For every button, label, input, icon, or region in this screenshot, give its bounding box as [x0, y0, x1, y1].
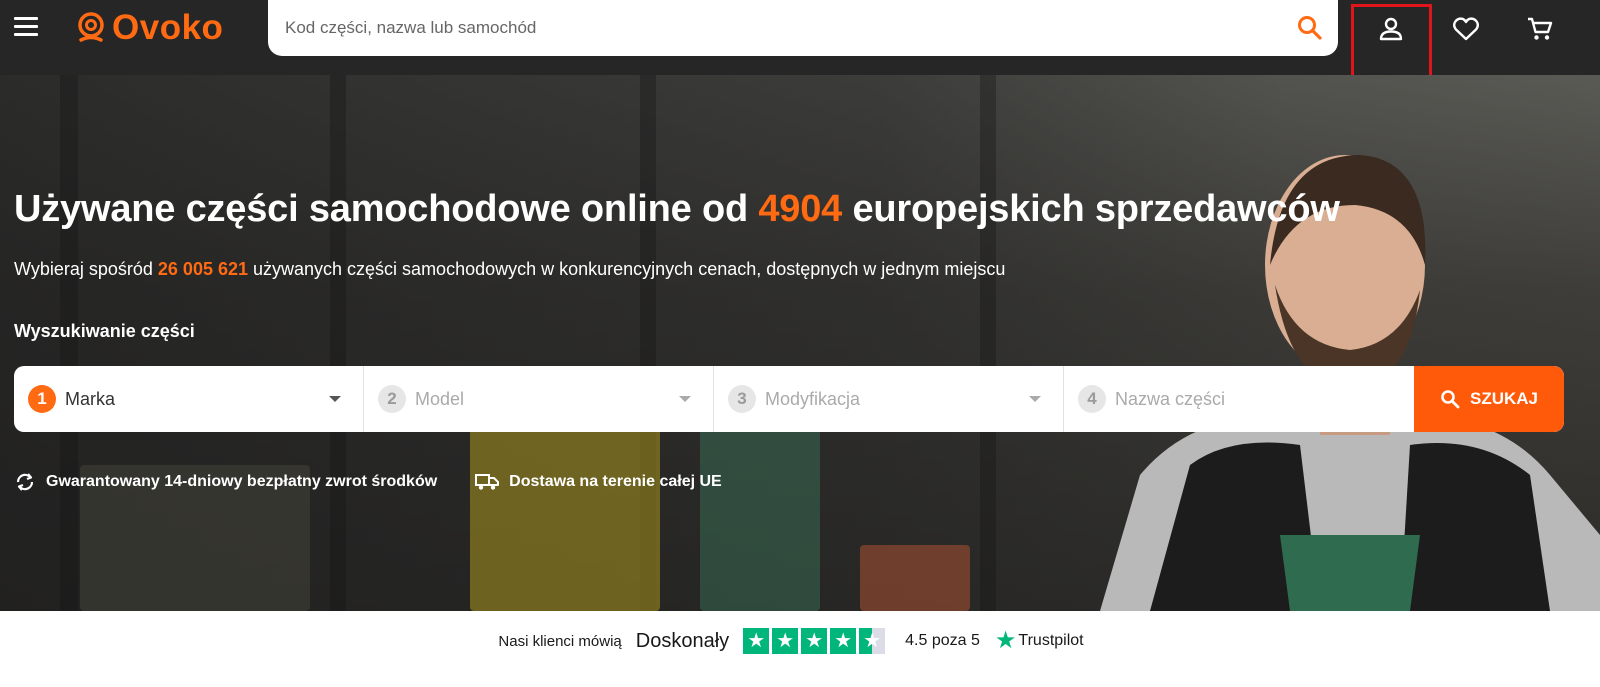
trust-score: 4.5 poza 5: [905, 632, 980, 649]
modification-select[interactable]: 3 Modyfikacja: [714, 366, 1064, 432]
chevron-down-icon: [1029, 396, 1041, 402]
refresh-icon: [16, 473, 34, 491]
trust-rating-word: Doskonały: [635, 629, 730, 652]
step-number: 3: [728, 385, 756, 413]
cart-icon[interactable]: [1523, 12, 1557, 46]
part-name-placeholder: Nazwa części: [1115, 388, 1226, 409]
search-icon: [1441, 390, 1460, 409]
benefit-refund: Gwarantowany 14-dniowy bezpłatny zwrot ś…: [14, 471, 437, 493]
brand-select-label: Marka: [65, 388, 116, 409]
trustpilot-star-icon: ★: [994, 627, 1017, 654]
green-bin: [700, 425, 820, 611]
shelf-post: [980, 75, 996, 611]
benefit-refund-label: Gwarantowany 14-dniowy bezpłatny zwrot ś…: [46, 473, 438, 490]
search-bar: [268, 0, 1338, 56]
part-search-label: Wyszukiwanie części: [14, 321, 195, 341]
chevron-down-icon: [329, 396, 341, 402]
benefits-row: Gwarantowany 14-dniowy bezpłatny zwrot ś…: [14, 471, 760, 493]
benefit-delivery-label: Dostawa na terenie całej UE: [509, 473, 722, 490]
step-number: 2: [378, 385, 406, 413]
heart-icon[interactable]: [1449, 12, 1483, 46]
model-select-label: Model: [415, 388, 465, 409]
star-icon: ★: [801, 628, 828, 654]
modification-select-label: Modyfikacja: [765, 388, 861, 409]
hero-headline: Używane części samochodowe online od 490…: [14, 188, 1340, 230]
truck-icon: [475, 474, 500, 490]
menu-icon[interactable]: [14, 17, 38, 37]
part-selector: 1 Marka 2 Model 3 Modyfikacja 4 Nazwa cz…: [14, 366, 1564, 432]
ovoko-logo-icon: [78, 12, 104, 42]
trustpilot-logo[interactable]: ★ Trustpilot: [995, 629, 1084, 653]
shelf-post: [60, 75, 78, 611]
trustpilot-widget[interactable]: Nasi klienci mówią Doskonały ★ ★ ★ ★ ★ 4…: [498, 628, 1084, 654]
model-select[interactable]: 2 Model: [364, 366, 714, 432]
step-number: 4: [1078, 385, 1106, 413]
seller-count: 4904: [758, 188, 843, 230]
brand-select[interactable]: 1 Marka: [14, 366, 364, 432]
search-parts-label: SZUKAJ: [1469, 389, 1538, 408]
part-name-input[interactable]: 4 Nazwa części: [1064, 366, 1414, 432]
red-bin: [860, 545, 970, 611]
star-icon: ★: [772, 628, 799, 654]
shelf-post: [330, 75, 346, 611]
brand-name: Ovoko: [112, 8, 224, 47]
search-parts-button[interactable]: SZUKAJ: [1414, 366, 1564, 432]
star-icon: ★: [830, 628, 857, 654]
trust-says: Nasi klienci mówią: [498, 632, 622, 650]
chevron-down-icon: [679, 396, 691, 402]
search-icon[interactable]: [1296, 14, 1324, 42]
half-star-icon: ★: [859, 628, 886, 654]
trust-stars: ★ ★ ★ ★ ★: [743, 628, 888, 654]
hero-subheadline: Wybieraj spośród 26 005 621 używanych cz…: [14, 259, 1006, 279]
yellow-bin: [470, 425, 660, 611]
search-input[interactable]: [285, 8, 1265, 48]
benefit-delivery: Dostawa na terenie całej UE: [475, 472, 722, 492]
parts-count: 26 005 621: [157, 259, 248, 279]
step-number: 1: [28, 385, 56, 413]
star-icon: ★: [743, 628, 770, 654]
logo[interactable]: Ovoko: [76, 6, 223, 50]
trustpilot-brand: Trustpilot: [1018, 632, 1084, 649]
hero-banner: Używane części samochodowe online od 490…: [0, 75, 1600, 611]
trustpilot-bar: Nasi klienci mówią Doskonały ★ ★ ★ ★ ★ 4…: [0, 611, 1600, 687]
